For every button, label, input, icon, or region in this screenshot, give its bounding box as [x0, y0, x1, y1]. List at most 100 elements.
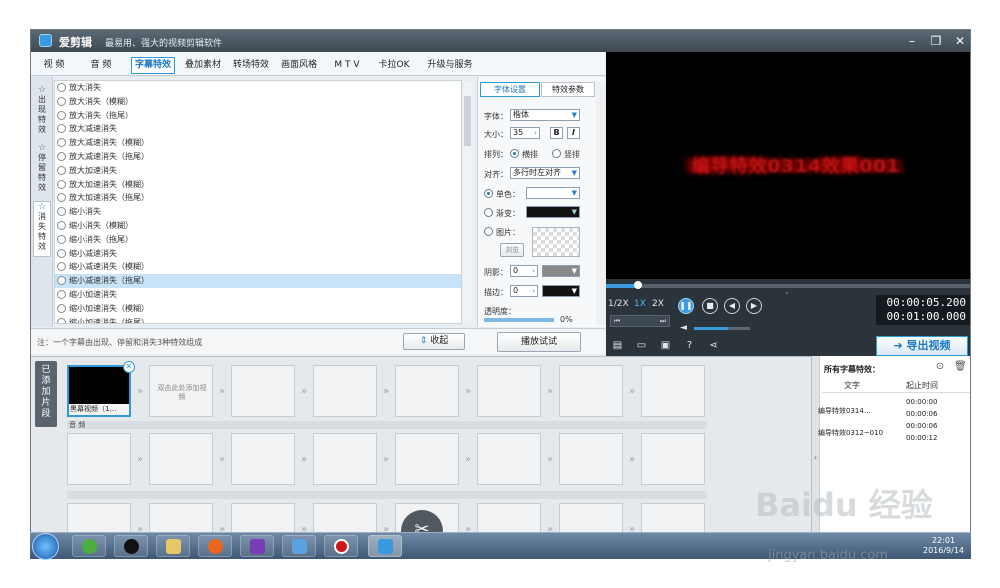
clip-black-video[interactable]: 黑幕视频（1… ✕: [67, 361, 135, 417]
effect-item[interactable]: 放大消失: [55, 81, 461, 95]
effect-item[interactable]: 放大消失（拖尾）: [55, 109, 461, 123]
pause-button[interactable]: ❚❚: [678, 298, 694, 314]
bold-button[interactable]: B: [550, 127, 563, 139]
tab-transition[interactable]: 转场特效: [229, 57, 273, 74]
play-test-button[interactable]: 播放试试: [497, 332, 581, 352]
effect-item[interactable]: 缩小消失（模糊）: [55, 219, 461, 233]
effect-item[interactable]: 缩小减速消失: [55, 247, 461, 261]
taskbar-record-icon[interactable]: [324, 535, 358, 557]
progress-knob[interactable]: [633, 281, 642, 289]
effect-item[interactable]: 放大减速消失: [55, 122, 461, 136]
new-file-icon[interactable]: ▤: [612, 340, 623, 351]
italic-button[interactable]: I: [567, 127, 580, 139]
taskbar-qq-icon[interactable]: [114, 535, 148, 557]
empty-clip-slot[interactable]: [231, 433, 295, 485]
effect-radio[interactable]: [57, 289, 66, 299]
empty-clip-slot[interactable]: [641, 433, 705, 485]
stroke-select[interactable]: 0 ›: [510, 285, 538, 297]
system-clock[interactable]: 22:01 2016/9/14: [923, 536, 964, 556]
effect-radio[interactable]: [57, 276, 66, 286]
image-radio[interactable]: [484, 227, 493, 236]
empty-clip-slot[interactable]: [67, 433, 131, 485]
effect-item[interactable]: 放大加速消失（拖尾）: [55, 191, 461, 205]
effect-radio[interactable]: [57, 303, 66, 313]
empty-clip-slot[interactable]: [313, 365, 377, 417]
mono-color-radio[interactable]: [484, 189, 493, 198]
effect-item[interactable]: 放大加速消失（模糊）: [55, 178, 461, 192]
effect-item[interactable]: 缩小减速消失（拖尾）: [55, 274, 461, 288]
help-icon[interactable]: ?: [684, 340, 695, 351]
gradient-select[interactable]: ▼: [526, 206, 580, 218]
size-select[interactable]: 35 ›: [510, 127, 540, 139]
tab-subtitle-effects[interactable]: 字幕特效: [131, 57, 175, 74]
effect-item[interactable]: 缩小加速消失（拖尾）: [55, 316, 461, 323]
tab-effect-params[interactable]: 特效参数: [541, 82, 595, 97]
next-button[interactable]: ▶: [746, 298, 762, 314]
effect-radio[interactable]: [57, 83, 66, 92]
tab-karaoke[interactable]: 卡拉OK: [371, 57, 417, 74]
empty-clip-slot[interactable]: [559, 365, 623, 417]
effect-item[interactable]: 缩小减速消失（模糊）: [55, 260, 461, 274]
effect-radio[interactable]: [57, 317, 66, 323]
volume-icon[interactable]: ◄: [680, 323, 687, 333]
taskbar-app-icon[interactable]: [282, 535, 316, 557]
taskbar-editor-icon[interactable]: [368, 535, 402, 557]
volume-slider[interactable]: [694, 327, 750, 330]
save-icon[interactable]: ▣: [660, 340, 671, 351]
effect-item[interactable]: 缩小加速消失（模糊）: [55, 302, 461, 316]
taskbar-firefox-icon[interactable]: [198, 535, 232, 557]
font-select[interactable]: 楷体 ▼: [510, 109, 580, 121]
speed-1x[interactable]: 1X: [630, 297, 650, 311]
effect-radio[interactable]: [57, 248, 66, 258]
back-icon[interactable]: ⊙: [934, 361, 946, 373]
effect-item[interactable]: 放大减速消失（拖尾）: [55, 150, 461, 164]
effect-item[interactable]: 放大加速消失: [55, 164, 461, 178]
tab-mtv[interactable]: M T V: [327, 57, 367, 74]
shadow-color-select[interactable]: ▼: [542, 265, 580, 277]
effect-radio[interactable]: [57, 165, 66, 175]
tab-style[interactable]: 画面风格: [277, 57, 321, 74]
stop-button[interactable]: ■: [702, 298, 718, 314]
mono-color-select[interactable]: ▼: [526, 187, 580, 199]
horizontal-radio[interactable]: [510, 149, 519, 158]
start-button[interactable]: [32, 533, 59, 560]
effect-item[interactable]: 缩小消失（拖尾）: [55, 233, 461, 247]
effect-radio[interactable]: [57, 151, 66, 161]
effect-item[interactable]: 放大减速消失（模糊）: [55, 136, 461, 150]
effect-list-scrollbar[interactable]: [463, 82, 472, 324]
speed-2x[interactable]: 2X: [648, 297, 668, 311]
tab-overlay[interactable]: 叠加素材: [180, 57, 226, 74]
add-video-slot[interactable]: 双击此处添加视频: [149, 365, 213, 417]
tab-audio[interactable]: 音 频: [83, 57, 119, 74]
chevron-right-icon[interactable]: ›: [812, 356, 820, 558]
tab-video[interactable]: 视 频: [37, 57, 71, 74]
empty-clip-slot[interactable]: [313, 433, 377, 485]
empty-clip-slot[interactable]: [477, 365, 541, 417]
opacity-slider[interactable]: [484, 318, 554, 322]
effect-radio[interactable]: [57, 193, 66, 203]
effect-radio[interactable]: [57, 179, 66, 189]
gradient-radio[interactable]: [484, 208, 493, 217]
effect-radio[interactable]: [57, 124, 66, 134]
scrollbar-thumb[interactable]: [464, 96, 471, 146]
taskbar-player-icon[interactable]: [240, 535, 274, 557]
chevron-down-icon[interactable]: ⌄: [784, 288, 790, 296]
effect-radio[interactable]: [57, 262, 66, 272]
frame-step-bar[interactable]: ⏮ ⏭: [610, 315, 670, 327]
align-select[interactable]: 多行时左对齐 ▼: [510, 167, 580, 179]
empty-clip-slot[interactable]: [149, 433, 213, 485]
tab-font-settings[interactable]: 字体设置: [480, 82, 540, 97]
props-scrollbar[interactable]: [596, 81, 605, 325]
open-folder-icon[interactable]: ▭: [636, 340, 647, 351]
effect-item[interactable]: 缩小消失: [55, 205, 461, 219]
image-preview[interactable]: [532, 227, 580, 257]
effect-radio[interactable]: [57, 110, 66, 120]
restore-icon[interactable]: ❐: [928, 33, 944, 49]
side-tab-appear[interactable]: ☆ 出现特效: [33, 85, 51, 141]
effect-radio[interactable]: [57, 234, 66, 244]
taskbar-browser-icon[interactable]: [72, 535, 106, 557]
empty-clip-slot[interactable]: [395, 365, 459, 417]
close-icon[interactable]: ✕: [123, 361, 135, 373]
effect-item[interactable]: 缩小加速消失: [55, 288, 461, 302]
empty-clip-slot[interactable]: [231, 365, 295, 417]
